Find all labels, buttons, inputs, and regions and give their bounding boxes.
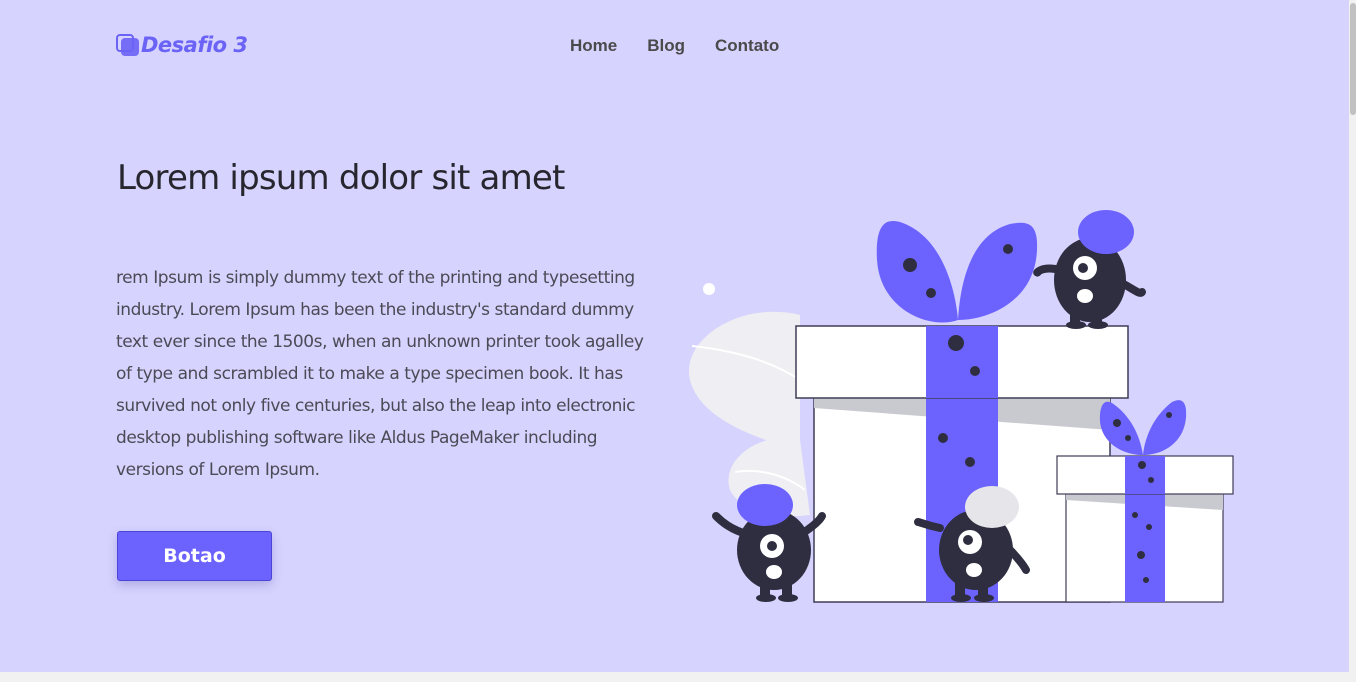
horizontal-scrollbar [0, 672, 1356, 682]
scrollbar-thumb[interactable] [1350, 3, 1356, 115]
logo-text: Desafio 3 [141, 33, 248, 57]
nav-contato[interactable]: Contato [715, 36, 779, 56]
main-nav: Home Blog Contato [570, 36, 779, 56]
hero-title: Lorem ipsum dolor sit amet [117, 158, 565, 198]
logo[interactable]: Desafio 3 [116, 32, 248, 58]
nav-blog[interactable]: Blog [647, 36, 685, 56]
page: Desafio 3 Home Blog Contato Lorem ipsum … [0, 0, 1349, 672]
hero-description: rem Ipsum is simply dummy text of the pr… [116, 268, 644, 480]
logo-icon [116, 32, 140, 58]
primary-button[interactable]: Botao [117, 531, 272, 581]
gift-illustration [688, 210, 1234, 603]
nav-home[interactable]: Home [570, 36, 617, 56]
